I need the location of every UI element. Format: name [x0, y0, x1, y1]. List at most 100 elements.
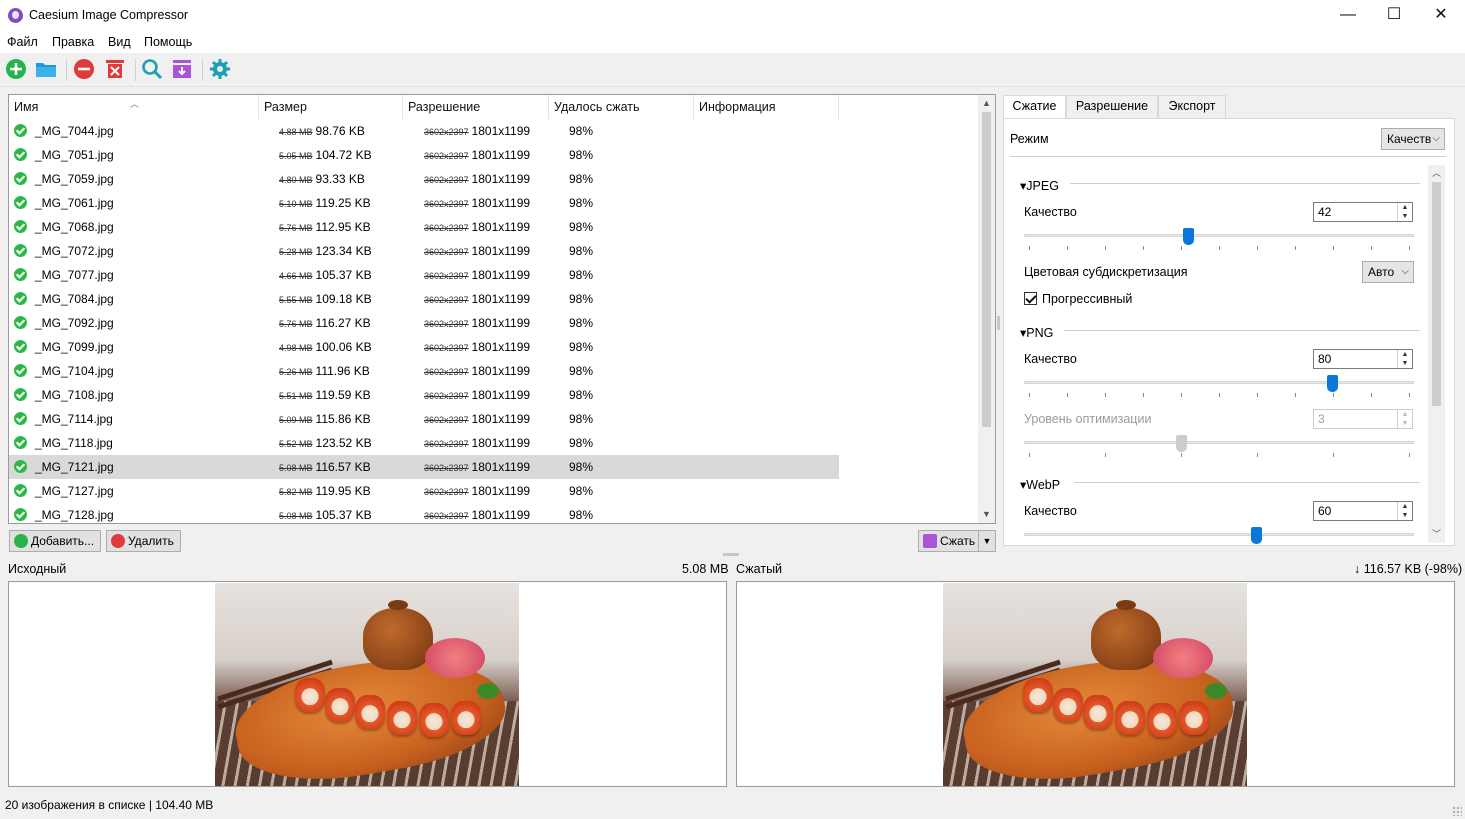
new-resolution: 1801x1199	[471, 172, 531, 186]
file-resolution: 3602x2397 1801x1199	[424, 503, 530, 523]
file-resolution: 3602x2397 1801x1199	[424, 359, 530, 383]
webp-quality-spinbox[interactable]: 60 ▲ ▼	[1313, 501, 1413, 521]
original-preview-pane[interactable]	[8, 581, 727, 787]
jpeg-quality-slider[interactable]	[1024, 228, 1414, 250]
new-resolution: 1801x1199	[471, 316, 531, 330]
compressed-preview-pane[interactable]	[736, 581, 1455, 787]
open-folder-icon[interactable]	[35, 58, 57, 80]
file-list[interactable]: Имя ︿ Размер Разрешение Удалось сжать Инф…	[8, 94, 996, 524]
file-name: _MG_7051.jpg	[35, 148, 114, 162]
file-resolution: 3602x2397 1801x1199	[424, 383, 530, 407]
menu-view[interactable]: Вид	[108, 35, 131, 49]
tab-export[interactable]: Экспорт	[1158, 95, 1226, 118]
remove-icon[interactable]	[73, 58, 95, 80]
png-quality-spinbox[interactable]: 80 ▲ ▼	[1313, 349, 1413, 369]
jpeg-quality-spinbox[interactable]: 42 ▲ ▼	[1313, 202, 1413, 222]
slider-thumb[interactable]	[1251, 527, 1262, 544]
horizontal-splitter[interactable]	[723, 553, 739, 556]
png-quality-slider[interactable]	[1024, 375, 1414, 397]
table-row[interactable]: _MG_7108.jpg 5.51 MB 119.59 KB 3602x2397 180…	[9, 383, 839, 407]
column-header-size[interactable]: Размер	[259, 95, 403, 119]
scroll-down-icon[interactable]: ▼	[978, 506, 995, 523]
menu-file[interactable]: Файл	[7, 35, 38, 49]
table-row[interactable]: _MG_7072.jpg 5.28 MB 123.34 KB 3602x2397 180…	[9, 239, 839, 263]
scrollbar-thumb[interactable]	[982, 112, 991, 427]
spin-arrows-icon[interactable]: ▲ ▼	[1397, 502, 1412, 520]
table-row[interactable]: _MG_7059.jpg 4.80 MB 93.33 KB 3602x2397 1801…	[9, 167, 839, 191]
table-row[interactable]: _MG_7051.jpg 5.05 MB 104.72 KB 3602x2397 180…	[9, 143, 839, 167]
file-size: 5.76 MB 116.27 KB	[279, 311, 371, 335]
add-file-icon[interactable]	[5, 58, 27, 80]
mode-select[interactable]: Качеств ⌵	[1381, 128, 1445, 150]
column-header-name[interactable]: Имя ︿	[9, 95, 259, 119]
table-row[interactable]: _MG_7092.jpg 5.76 MB 116.27 KB 3602x2397 180…	[9, 311, 839, 335]
add-button[interactable]: Добавить...	[9, 530, 102, 552]
original-resolution-strike: 3602x2397	[424, 199, 469, 209]
saved-percent: 98%	[569, 412, 594, 426]
spin-arrows-icon[interactable]: ▲ ▼	[1397, 203, 1412, 221]
slider-thumb[interactable]	[1327, 375, 1338, 392]
spin-arrows-icon[interactable]: ▲ ▼	[1397, 350, 1412, 368]
file-resolution: 3602x2397 1801x1199	[424, 431, 530, 455]
table-row[interactable]: _MG_7127.jpg 5.82 MB 119.95 KB 3602x2397 180…	[9, 479, 839, 503]
table-row[interactable]: _MG_7084.jpg 5.55 MB 109.18 KB 3602x2397 180…	[9, 287, 839, 311]
column-header-info[interactable]: Информация	[694, 95, 839, 119]
file-resolution: 3602x2397 1801x1199	[424, 287, 530, 311]
scroll-up-icon[interactable]: ︿	[1428, 165, 1445, 182]
tab-compression[interactable]: Сжатие	[1003, 95, 1066, 119]
compress-button[interactable]: Сжать ▼	[918, 530, 996, 552]
table-row[interactable]: _MG_7118.jpg 5.52 MB 123.52 KB 3602x2397 180…	[9, 431, 839, 455]
menu-edit[interactable]: Правка	[52, 35, 94, 49]
export-icon[interactable]	[171, 58, 193, 80]
table-row[interactable]: _MG_7104.jpg 5.26 MB 111.96 KB 3602x2397 180…	[9, 359, 839, 383]
tab-resolution[interactable]: Разрешение	[1066, 95, 1158, 118]
file-name: _MG_7072.jpg	[35, 244, 114, 258]
chroma-subsampling-select[interactable]: Авто ⌵	[1362, 261, 1414, 283]
scroll-up-icon[interactable]: ▲	[978, 95, 995, 112]
column-header-saved[interactable]: Удалось сжать	[549, 95, 694, 119]
chroma-subsampling-value: Авто	[1368, 265, 1395, 279]
file-size: 4.66 MB 105.37 KB	[279, 263, 372, 287]
clear-list-icon[interactable]	[104, 58, 126, 80]
column-header-resolution[interactable]: Разрешение	[403, 95, 549, 119]
table-row[interactable]: _MG_7099.jpg 4.98 MB 100.06 KB 3602x2397 180…	[9, 335, 839, 359]
search-icon[interactable]	[141, 58, 163, 80]
slider-tick	[1219, 246, 1220, 250]
jpeg-section-toggle[interactable]: ▾JPEG	[1020, 178, 1059, 193]
column-label: Имя	[14, 100, 39, 114]
table-row[interactable]: _MG_7061.jpg 5.10 MB 119.25 KB 3602x2397 180…	[9, 191, 839, 215]
webp-section-toggle[interactable]: ▾WebP	[1020, 477, 1060, 492]
progressive-checkbox[interactable]	[1024, 292, 1037, 305]
file-resolution: 3602x2397 1801x1199	[424, 119, 530, 143]
close-button[interactable]: ✕	[1418, 0, 1464, 32]
scroll-down-icon[interactable]: ﹀	[1428, 526, 1445, 543]
divider	[1074, 482, 1420, 483]
webp-quality-slider[interactable]	[1024, 527, 1414, 545]
file-name: _MG_7121.jpg	[35, 460, 114, 474]
menu-help[interactable]: Помощь	[144, 35, 192, 49]
file-list-scrollbar[interactable]: ▲ ▼	[978, 95, 995, 523]
table-row[interactable]: _MG_7128.jpg 5.08 MB 105.37 KB 3602x2397 180…	[9, 503, 839, 523]
scrollbar-thumb[interactable]	[1432, 182, 1441, 406]
resize-grip-icon[interactable]	[1452, 806, 1462, 816]
settings-scrollbar[interactable]: ︿ ﹀	[1428, 165, 1445, 543]
slider-tick	[1333, 246, 1334, 250]
png-section-toggle[interactable]: ▾PNG	[1020, 325, 1053, 340]
minimize-button[interactable]: —	[1325, 0, 1371, 32]
maximize-button[interactable]: ☐	[1371, 0, 1417, 32]
settings-icon[interactable]	[209, 58, 231, 80]
vertical-splitter[interactable]	[997, 316, 1000, 330]
slider-thumb	[1176, 435, 1187, 452]
compress-dropdown-icon[interactable]: ▼	[978, 530, 995, 552]
slider-thumb[interactable]	[1183, 228, 1194, 245]
table-row[interactable]: _MG_7068.jpg 5.76 MB 112.95 KB 3602x2397 180…	[9, 215, 839, 239]
table-row[interactable]: _MG_7114.jpg 5.09 MB 115.86 KB 3602x2397 180…	[9, 407, 839, 431]
table-row[interactable]: _MG_7044.jpg 4.88 MB 98.76 KB 3602x2397 1801…	[9, 119, 839, 143]
new-resolution: 1801x1199	[471, 388, 531, 402]
remove-button[interactable]: Удалить	[106, 530, 181, 552]
table-row[interactable]: _MG_7077.jpg 4.66 MB 105.37 KB 3602x2397 180…	[9, 263, 839, 287]
new-resolution: 1801x1199	[471, 412, 531, 426]
chevron-down-icon: ⌵	[1401, 266, 1409, 277]
file-name: _MG_7059.jpg	[35, 172, 114, 186]
table-row[interactable]: _MG_7121.jpg 5.08 MB 116.57 KB 3602x2397 180…	[9, 455, 839, 479]
